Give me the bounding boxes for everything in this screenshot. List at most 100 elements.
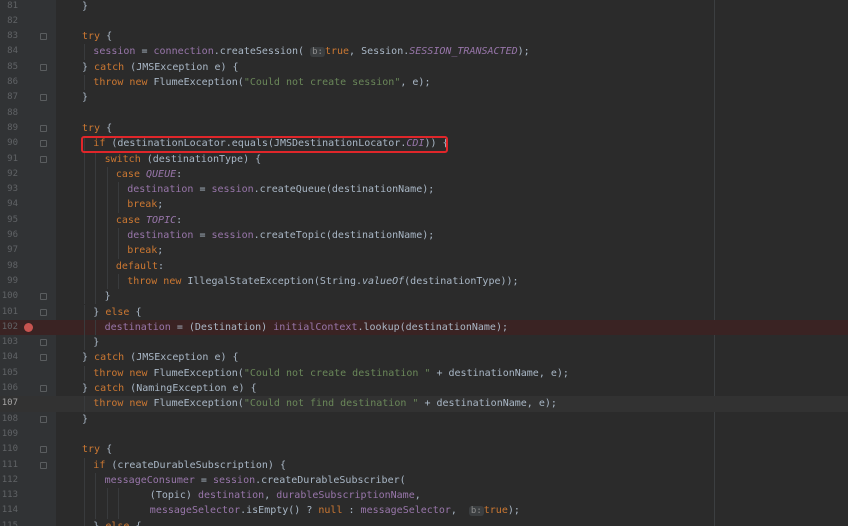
code-line[interactable]: 84 session = connection.createSession( b:… [0, 44, 848, 60]
code-line[interactable]: 89 try { [0, 121, 848, 136]
code-line[interactable]: 86 throw new FlumeException("Could not cr… [0, 75, 848, 91]
code-text[interactable]: } [82, 90, 88, 105]
code-line[interactable]: 93 destination = session.createQueue(dest… [0, 182, 848, 198]
code-line[interactable]: 107 throw new FlumeException("Could not f… [0, 396, 848, 412]
line-number[interactable]: 90 [0, 136, 18, 151]
code-line[interactable]: 102 destination = (Destination) initialCo… [0, 319, 848, 336]
code-line[interactable]: 85 } catch (JMSException e) { [0, 60, 848, 75]
code-line[interactable]: 104 } catch (JMSException e) { [0, 350, 848, 365]
code-line[interactable]: 106 } catch (NamingException e) { [0, 381, 848, 396]
line-number[interactable]: 112 [0, 473, 18, 488]
code-line[interactable]: 109 [0, 427, 848, 442]
line-number[interactable]: 93 [0, 182, 18, 197]
fold-marker-icon[interactable] [40, 63, 47, 71]
line-number[interactable]: 105 [0, 366, 18, 381]
fold-marker-icon[interactable] [40, 339, 47, 347]
code-line[interactable]: 88 [0, 106, 848, 121]
fold-marker-icon[interactable] [40, 385, 47, 392]
fold-marker-icon[interactable] [40, 461, 47, 469]
code-line[interactable]: 108} [0, 412, 848, 427]
code-text[interactable]: } [82, 0, 88, 14]
line-number[interactable]: 110 [0, 442, 18, 457]
line-number[interactable]: 104 [0, 350, 18, 365]
line-number[interactable]: 99 [0, 274, 18, 289]
line-number[interactable]: 89 [0, 121, 18, 136]
line-number[interactable]: 96 [0, 228, 18, 243]
line-number[interactable]: 85 [0, 60, 18, 75]
code-text[interactable]: messageSelector.isEmpty() ? null : messa… [150, 503, 520, 519]
code-editor[interactable]: 81} 82 83 try {84 session = connection.creat… [0, 0, 848, 526]
fold-marker-icon[interactable] [40, 446, 47, 454]
code-line[interactable]: 83 try { [0, 29, 848, 44]
line-number[interactable]: 106 [0, 381, 18, 396]
code-line[interactable]: 114 messageSelector.isEmpty() ? null : me… [0, 503, 848, 519]
line-number[interactable]: 83 [0, 29, 18, 44]
code-line[interactable]: 105 throw new FlumeException("Could not c… [0, 365, 848, 381]
code-line[interactable]: 113 (Topic) destination, durableSubscript… [0, 488, 848, 504]
code-line[interactable]: 111 if (createDurableSubscription) { [0, 457, 848, 473]
code-text[interactable]: } else { [93, 519, 141, 526]
line-number[interactable]: 82 [0, 14, 18, 29]
code-text[interactable]: } [93, 335, 99, 350]
code-line[interactable]: 96 destination = session.createTopic(dest… [0, 228, 848, 244]
fold-marker-icon[interactable] [40, 94, 47, 102]
code-line[interactable]: 91 switch (destinationType) { [0, 151, 848, 167]
code-line[interactable]: 94 break; [0, 197, 848, 213]
code-text[interactable]: try { [82, 442, 112, 457]
code-text[interactable]: } [82, 412, 88, 427]
fold-marker-icon[interactable] [40, 415, 47, 423]
code-line[interactable]: 92 case QUEUE: [0, 166, 848, 183]
line-number[interactable]: 111 [0, 458, 18, 473]
code-text[interactable]: break; [127, 243, 163, 258]
code-text[interactable]: throw new IllegalStateException(String.v… [127, 274, 518, 289]
fold-marker-icon[interactable] [40, 308, 47, 316]
code-text[interactable]: throw new FlumeException("Could not find… [93, 396, 557, 411]
code-text[interactable]: } catch (JMSException e) { [82, 60, 239, 75]
code-line[interactable]: 87} [0, 90, 848, 105]
line-number[interactable]: 81 [0, 0, 18, 14]
fold-marker-icon[interactable] [40, 354, 47, 362]
code-line[interactable]: 95 case TOPIC: [0, 212, 848, 228]
code-text[interactable]: } catch (NamingException e) { [82, 381, 257, 396]
code-text[interactable]: case QUEUE: [116, 167, 182, 182]
line-number[interactable]: 86 [0, 75, 18, 90]
code-text[interactable]: try { [82, 29, 112, 44]
line-number[interactable]: 84 [0, 44, 18, 59]
fold-marker-icon[interactable] [40, 33, 47, 41]
code-text[interactable]: } catch (JMSException e) { [82, 350, 239, 365]
fold-marker-icon[interactable] [40, 293, 47, 301]
code-line[interactable]: 101} else { [0, 304, 848, 320]
line-number[interactable]: 107 [0, 396, 18, 411]
code-text[interactable]: try { [82, 121, 112, 136]
code-line[interactable]: 97 break; [0, 243, 848, 259]
line-number[interactable]: 114 [0, 503, 18, 518]
line-number[interactable]: 95 [0, 213, 18, 228]
fold-marker-icon[interactable] [40, 155, 47, 163]
code-line[interactable]: 82 [0, 14, 848, 29]
code-text[interactable]: } else { [93, 305, 141, 320]
line-number[interactable]: 88 [0, 106, 18, 121]
code-text[interactable]: default: [116, 259, 164, 274]
line-number[interactable]: 100 [0, 289, 18, 304]
line-number[interactable]: 103 [0, 335, 18, 350]
code-line[interactable]: 81} [0, 0, 848, 14]
fold-marker-icon[interactable] [40, 140, 47, 148]
code-text[interactable]: messageConsumer = session.createDurableS… [105, 473, 406, 488]
code-text[interactable]: throw new FlumeException("Could not crea… [93, 366, 569, 381]
code-text[interactable]: } [105, 289, 111, 304]
code-line[interactable]: 99 throw new IllegalStateException(String… [0, 273, 848, 290]
breakpoint-icon[interactable] [24, 322, 33, 332]
code-text[interactable]: break; [127, 197, 163, 212]
code-text[interactable]: throw new FlumeException("Could not crea… [93, 75, 430, 90]
code-line[interactable]: 112 messageConsumer = session.createDurab… [0, 472, 848, 489]
code-text[interactable]: if (createDurableSubscription) { [93, 458, 286, 473]
code-line[interactable]: 98 default: [0, 258, 848, 274]
code-text[interactable]: case TOPIC: [116, 213, 182, 228]
line-number[interactable]: 92 [0, 167, 18, 182]
line-number[interactable]: 113 [0, 488, 18, 503]
code-text[interactable]: destination = session.createQueue(destin… [127, 182, 434, 197]
line-number[interactable]: 91 [0, 152, 18, 167]
line-number[interactable]: 94 [0, 197, 18, 212]
code-line[interactable]: 110 try { [0, 442, 848, 457]
line-number[interactable]: 102 [0, 320, 18, 335]
